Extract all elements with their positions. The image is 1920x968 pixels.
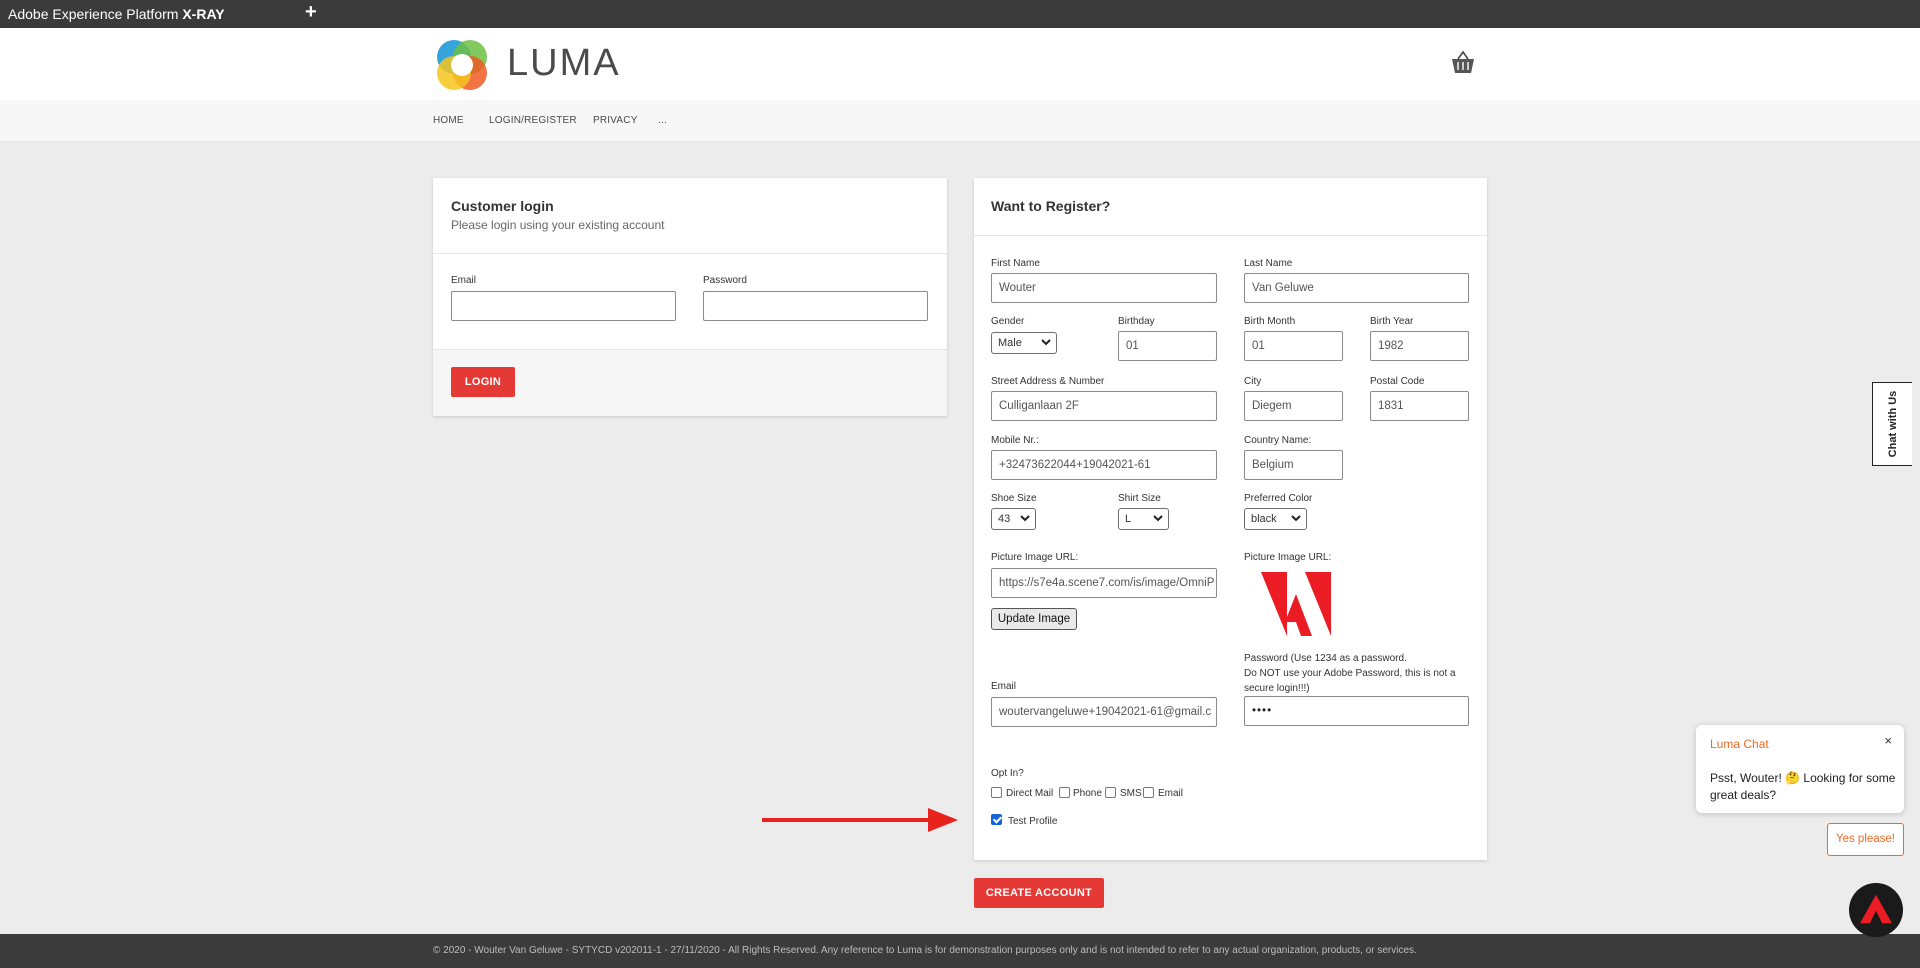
country-label: Country Name:: [1244, 435, 1312, 446]
yes-please-button[interactable]: Yes please!: [1827, 823, 1904, 856]
preferred-color-value: black: [1251, 513, 1277, 525]
birth-month-label: Birth Month: [1244, 316, 1296, 327]
xray-title: Adobe Experience Platform X-RAY: [8, 6, 225, 22]
postal-code-label: Postal Code: [1370, 376, 1425, 387]
first-name-label: First Name: [991, 258, 1040, 269]
shirt-size-select[interactable]: L: [1118, 508, 1169, 530]
chevron-down-icon: [1041, 339, 1051, 346]
city-label: City: [1244, 376, 1262, 387]
annotation-arrow-icon: [762, 808, 958, 832]
adobe-assistant-button[interactable]: [1849, 883, 1903, 937]
password-note-line: Password (Use 1234 as a password.: [1244, 653, 1407, 664]
last-name-input[interactable]: Van Geluwe: [1244, 273, 1469, 303]
birthday-input[interactable]: 01: [1118, 331, 1217, 361]
phone-checkbox[interactable]: [1059, 787, 1070, 798]
sms-label: SMS: [1120, 788, 1142, 799]
email-opt-checkbox[interactable]: [1143, 787, 1154, 798]
footer-text: © 2020 - Wouter Van Geluwe - SYTYCD v202…: [433, 945, 1417, 956]
divider: [433, 253, 947, 254]
login-password-label: Password: [703, 275, 747, 286]
country-input[interactable]: Belgium: [1244, 450, 1343, 480]
direct-mail-checkbox[interactable]: [991, 787, 1002, 798]
gender-value: Male: [998, 337, 1022, 349]
chevron-down-icon: [1291, 515, 1301, 522]
shoe-size-select[interactable]: 43: [991, 508, 1036, 530]
main-nav: HOME LOGIN/REGISTER PRIVACY ...: [0, 100, 1920, 142]
chevron-down-icon: [1020, 515, 1030, 522]
email-opt-label: Email: [1158, 788, 1184, 799]
close-icon[interactable]: ×: [1884, 733, 1892, 748]
picture-preview-label: Picture Image URL:: [1244, 552, 1332, 563]
first-name-input[interactable]: Wouter: [991, 273, 1217, 303]
shirt-size-value: L: [1125, 513, 1132, 525]
last-name-label: Last Name: [1244, 258, 1293, 269]
nav-home[interactable]: HOME: [433, 115, 464, 126]
birth-year-input[interactable]: 1982: [1370, 331, 1469, 361]
register-title: Want to Register?: [991, 198, 1111, 214]
preferred-color-label: Preferred Color: [1244, 493, 1313, 504]
add-tab-button[interactable]: +: [305, 1, 317, 24]
login-button[interactable]: LOGIN: [451, 367, 515, 397]
mobile-input[interactable]: +32473622044+19042021-61: [991, 450, 1217, 480]
shoe-size-label: Shoe Size: [991, 493, 1037, 504]
login-subtitle: Please login using your existing account: [451, 218, 665, 232]
birth-month-input[interactable]: 01: [1244, 331, 1343, 361]
chat-with-us-tab[interactable]: Chat with Us: [1872, 382, 1912, 466]
register-panel: Want to Register? First Name Wouter Last…: [974, 178, 1487, 860]
city-input[interactable]: Diegem: [1244, 391, 1343, 421]
create-account-button[interactable]: CREATE ACCOUNT: [974, 878, 1104, 908]
picture-url-input[interactable]: https://s7e4a.scene7.com/is/image/OmniP: [991, 568, 1217, 598]
chat-tab-label: Chat with Us: [1886, 390, 1899, 458]
luma-chat-popup: Luma Chat × Psst, Wouter! 🤔 Looking for …: [1696, 725, 1904, 813]
customer-login-panel: Customer login Please login using your e…: [433, 178, 947, 416]
site-header: LUMA: [0, 28, 1920, 100]
preferred-color-select[interactable]: black: [1244, 508, 1307, 530]
picture-url-label: Picture Image URL:: [991, 552, 1079, 563]
gender-label: Gender: [991, 316, 1025, 327]
opt-in-label: Opt In?: [991, 768, 1024, 779]
shoe-size-value: 43: [998, 513, 1011, 525]
login-email-label: Email: [451, 275, 477, 286]
shirt-size-label: Shirt Size: [1118, 493, 1161, 504]
login-password-input[interactable]: [703, 291, 928, 321]
test-profile-label: Test Profile: [1008, 816, 1058, 827]
direct-mail-label: Direct Mail: [1006, 788, 1054, 799]
basket-icon[interactable]: [1450, 50, 1476, 76]
password-note-line: Do NOT use your Adobe Password, this is …: [1244, 668, 1456, 679]
password-note-line: secure login!!!): [1244, 683, 1310, 694]
birthday-label: Birthday: [1118, 316, 1155, 327]
password-note: Password (Use 1234 as a password. Do NOT…: [1244, 651, 1474, 696]
birth-year-label: Birth Year: [1370, 316, 1414, 327]
chat-message: Psst, Wouter! 🤔 Looking for some great d…: [1710, 771, 1896, 802]
street-input[interactable]: Culliganlaan 2F: [991, 391, 1217, 421]
phone-label: Phone: [1073, 788, 1102, 799]
luma-logo-icon[interactable]: [433, 36, 491, 94]
chat-popup-title: Luma Chat: [1710, 737, 1769, 751]
mobile-label: Mobile Nr.:: [991, 435, 1039, 446]
gender-select[interactable]: Male: [991, 332, 1057, 354]
street-label: Street Address & Number: [991, 376, 1105, 387]
update-image-button[interactable]: Update Image: [991, 608, 1077, 630]
sms-checkbox[interactable]: [1105, 787, 1116, 798]
nav-privacy[interactable]: PRIVACY: [593, 115, 638, 126]
adobe-logo-icon: [1261, 572, 1331, 636]
login-email-input[interactable]: [451, 291, 676, 321]
nav-login-register[interactable]: LOGIN/REGISTER: [489, 115, 577, 126]
email-input[interactable]: woutervangeluwe+19042021-61@gmail.c: [991, 697, 1217, 727]
nav-more[interactable]: ...: [658, 115, 667, 126]
xray-toolbar: Adobe Experience Platform X-RAY +: [0, 0, 1920, 28]
divider: [974, 235, 1487, 236]
login-title: Customer login: [451, 198, 554, 214]
chevron-down-icon: [1153, 515, 1163, 522]
site-footer: © 2020 - Wouter Van Geluwe - SYTYCD v202…: [0, 934, 1920, 968]
test-profile-checkbox[interactable]: [991, 814, 1002, 825]
email-label: Email: [991, 681, 1017, 692]
password-input[interactable]: ••••: [1244, 696, 1469, 726]
postal-code-input[interactable]: 1831: [1370, 391, 1469, 421]
brand-name[interactable]: LUMA: [507, 42, 621, 85]
adobe-logo-icon: [1860, 894, 1892, 924]
